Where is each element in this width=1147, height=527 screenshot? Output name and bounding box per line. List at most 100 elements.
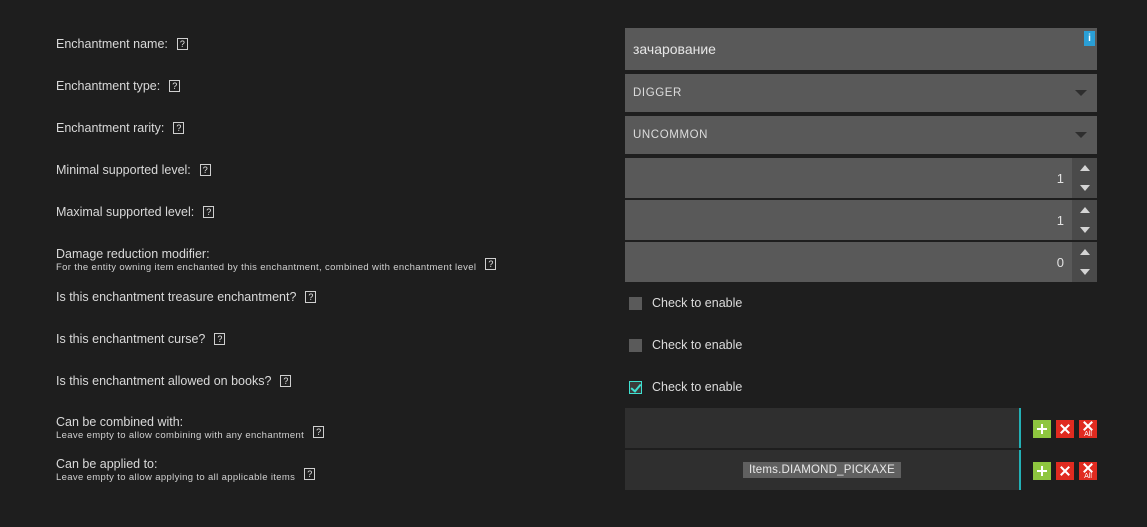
label-can-be-applied-hint: Leave empty to allow applying to all app…: [56, 472, 296, 483]
label-column: Enchantment name: ? Enchantment type: ? …: [0, 0, 614, 527]
remove-all-icon[interactable]: All: [1079, 420, 1097, 438]
label-is-curse: Is this enchantment curse?: [56, 332, 206, 346]
treasure-checkbox-label: Check to enable: [652, 296, 743, 310]
minimal-level-stepper[interactable]: 1: [625, 158, 1097, 200]
minimal-level-value: 1: [1056, 170, 1064, 186]
help-icon[interactable]: ?: [214, 333, 226, 345]
remove-icon[interactable]: [1056, 462, 1074, 480]
remove-all-x-glyph: [1082, 421, 1094, 431]
label-text-wrap: Can be combined with: Leave empty to all…: [56, 415, 304, 442]
list-item[interactable]: Items.DIAMOND_PICKAXE: [742, 462, 902, 478]
curse-checkbox-label: Check to enable: [652, 338, 743, 352]
label-row-can-be-combined: Can be combined with: Leave empty to all…: [56, 415, 325, 442]
can-be-applied-list[interactable]: Items.DIAMOND_PICKAXE: [625, 450, 1019, 492]
label-row-allowed-on-books: Is this enchantment allowed on books? ?: [56, 374, 292, 389]
label-text-wrap: Enchantment rarity:: [56, 121, 164, 136]
damage-reduction-value: 0: [1056, 254, 1064, 270]
maximal-level-stepper[interactable]: 1: [625, 200, 1097, 242]
help-icon[interactable]: ?: [305, 291, 317, 303]
remove-all-x-glyph: [1082, 463, 1094, 473]
help-icon[interactable]: ?: [199, 164, 211, 176]
damage-reduction-input[interactable]: 0: [625, 242, 1072, 284]
allowed-on-books-checkbox[interactable]: [629, 380, 642, 394]
stepper-down-icon[interactable]: [1079, 269, 1090, 275]
label-damage-reduction-hint: For the entity owning item enchanted by …: [56, 262, 477, 273]
help-icon[interactable]: ?: [304, 468, 316, 480]
label-row-enchantment-rarity: Enchantment rarity: ?: [56, 121, 185, 136]
label-enchantment-type: Enchantment type:: [56, 79, 161, 93]
curse-checkbox-row[interactable]: Check to enable: [629, 338, 742, 352]
label-maximal-supported-level: Maximal supported level:: [56, 205, 195, 219]
damage-reduction-stepper[interactable]: 0: [625, 242, 1097, 284]
help-icon[interactable]: ?: [173, 122, 185, 134]
stepper-up-icon[interactable]: [1079, 207, 1090, 213]
label-row-maximal-level: Maximal supported level: ?: [56, 205, 215, 220]
enchantment-rarity-value: UNCOMMON: [633, 129, 709, 141]
can-be-applied-buttons: All: [1021, 450, 1097, 492]
add-icon[interactable]: [1033, 462, 1051, 480]
allowed-on-books-checkbox-row[interactable]: Check to enable: [629, 380, 742, 394]
maximal-level-value: 1: [1056, 212, 1064, 228]
stepper-down-icon[interactable]: [1079, 227, 1090, 233]
help-icon[interactable]: ?: [176, 38, 188, 50]
label-text-wrap: Can be applied to: Leave empty to allow …: [56, 457, 295, 484]
label-row-enchantment-type: Enchantment type: ?: [56, 79, 181, 94]
help-icon[interactable]: ?: [280, 375, 292, 387]
maximal-level-arrows[interactable]: [1072, 200, 1097, 242]
minimal-level-arrows[interactable]: [1072, 158, 1097, 200]
remove-icon[interactable]: [1056, 420, 1074, 438]
remove-all-label: All: [1084, 473, 1092, 480]
enchantment-type-dropdown[interactable]: DIGGER: [625, 74, 1097, 114]
label-can-be-combined-hint: Leave empty to allow combining with any …: [56, 430, 305, 441]
help-icon[interactable]: ?: [485, 258, 497, 270]
remove-all-icon[interactable]: All: [1079, 462, 1097, 480]
label-row-treasure: Is this enchantment treasure enchantment…: [56, 290, 317, 305]
label-can-be-combined-with: Can be combined with:: [56, 415, 184, 429]
can-be-combined-list[interactable]: [625, 408, 1019, 450]
label-minimal-supported-level: Minimal supported level:: [56, 163, 191, 177]
label-enchantment-name: Enchantment name:: [56, 37, 168, 51]
enchantment-rarity-dropdown[interactable]: UNCOMMON: [625, 116, 1097, 156]
stepper-down-icon[interactable]: [1079, 185, 1090, 191]
label-text-wrap: Maximal supported level:: [56, 205, 194, 220]
label-is-treasure-enchantment: Is this enchantment treasure enchantment…: [56, 290, 297, 304]
chevron-down-icon: [1075, 132, 1087, 138]
allowed-on-books-checkbox-label: Check to enable: [652, 380, 743, 394]
can-be-combined-buttons: All: [1021, 408, 1097, 450]
label-row-damage-reduction: Damage reduction modifier: For the entit…: [56, 247, 497, 274]
enchantment-type-value: DIGGER: [633, 87, 682, 99]
label-row-enchantment-name: Enchantment name: ?: [56, 37, 188, 52]
treasure-checkbox-row[interactable]: Check to enable: [629, 296, 742, 310]
can-be-applied-list-row: Items.DIAMOND_PICKAXE All: [625, 450, 1097, 492]
help-icon[interactable]: ?: [313, 426, 325, 438]
label-text-wrap: Damage reduction modifier: For the entit…: [56, 247, 476, 274]
enchantment-name-value: зачарование: [633, 41, 716, 57]
label-enchantment-rarity: Enchantment rarity:: [56, 121, 165, 135]
stepper-up-icon[interactable]: [1079, 165, 1090, 171]
add-icon[interactable]: [1033, 420, 1051, 438]
info-icon[interactable]: i: [1084, 31, 1095, 46]
damage-reduction-arrows[interactable]: [1072, 242, 1097, 284]
label-allowed-on-books: Is this enchantment allowed on books?: [56, 374, 272, 388]
label-text-wrap: Is this enchantment allowed on books?: [56, 374, 271, 389]
label-text-wrap: Enchantment name:: [56, 37, 168, 52]
treasure-checkbox[interactable]: [629, 296, 642, 310]
label-row-can-be-applied: Can be applied to: Leave empty to allow …: [56, 457, 316, 484]
label-row-minimal-level: Minimal supported level: ?: [56, 163, 211, 178]
enchantment-name-input[interactable]: зачарование: [625, 28, 1097, 72]
help-icon[interactable]: ?: [203, 206, 215, 218]
label-text-wrap: Minimal supported level:: [56, 163, 191, 178]
label-can-be-applied-to: Can be applied to:: [56, 457, 158, 471]
minimal-level-input[interactable]: 1: [625, 158, 1072, 200]
label-text-wrap: Is this enchantment treasure enchantment…: [56, 290, 296, 305]
control-column: зачарование i DIGGER UNCOMMON 1 1 0 Chec…: [625, 0, 1147, 527]
label-damage-reduction-modifier: Damage reduction modifier:: [56, 247, 210, 261]
maximal-level-input[interactable]: 1: [625, 200, 1072, 242]
can-be-combined-list-row: All: [625, 408, 1097, 450]
help-icon[interactable]: ?: [169, 80, 181, 92]
curse-checkbox[interactable]: [629, 338, 642, 352]
stepper-up-icon[interactable]: [1079, 249, 1090, 255]
label-text-wrap: Is this enchantment curse?: [56, 332, 205, 347]
remove-all-label: All: [1084, 431, 1092, 438]
label-text-wrap: Enchantment type:: [56, 79, 160, 94]
